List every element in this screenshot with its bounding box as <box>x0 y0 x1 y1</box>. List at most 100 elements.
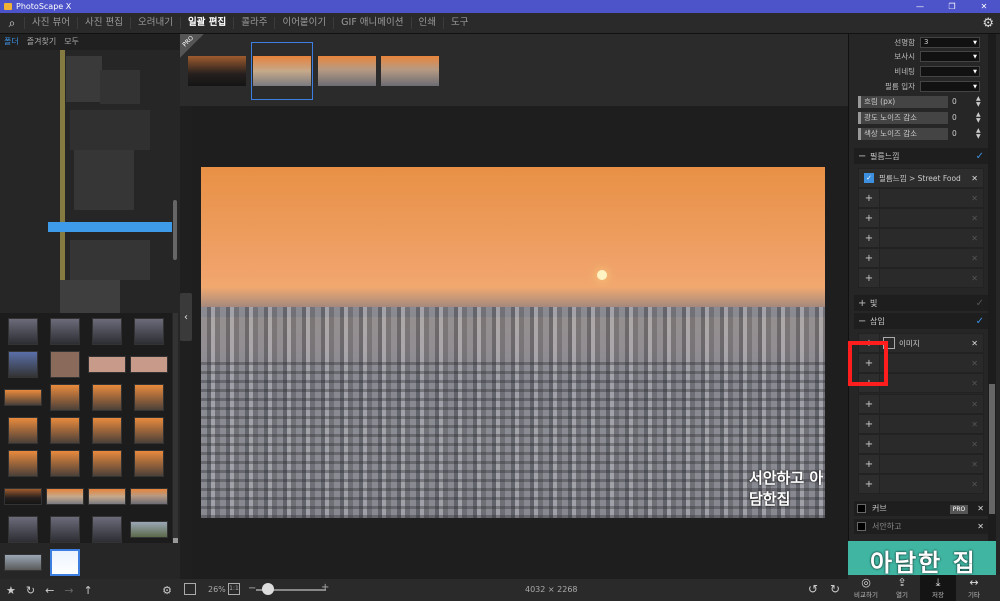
luminance-noise-slider[interactable]: 광도 노이즈 감소 <box>858 112 948 124</box>
add-film-slot[interactable]: + ✕ <box>858 248 984 268</box>
thumbnail[interactable] <box>130 521 168 538</box>
thumbnail[interactable] <box>134 417 164 444</box>
add-insert-slot[interactable]: + ✕ <box>858 454 984 474</box>
plus-icon[interactable]: + <box>859 253 879 264</box>
menu-batch-edit[interactable]: 일괄 편집 <box>179 17 233 29</box>
menu-photo-viewer[interactable]: 사진 뷰어 <box>24 17 77 29</box>
thumbnail[interactable] <box>4 554 42 571</box>
folder-tree[interactable] <box>0 50 180 326</box>
thumbnail[interactable] <box>50 516 80 543</box>
minimize-button[interactable]: — <box>904 0 936 13</box>
bokeh-select[interactable] <box>920 50 980 62</box>
vignette-select[interactable] <box>920 65 980 77</box>
locked-row[interactable]: 서안하고 ✕ <box>854 519 988 534</box>
light-section-header[interactable]: + 빛 ✓ <box>854 295 988 311</box>
menu-cut-out[interactable]: 오려내기 <box>129 17 180 29</box>
thumbnail[interactable] <box>8 516 38 543</box>
blur-slider[interactable]: 흐림 (px) <box>858 96 948 108</box>
filmstrip-thumb[interactable] <box>316 42 378 100</box>
close-button[interactable]: ✕ <box>968 0 1000 13</box>
thumbnail-selected[interactable] <box>50 549 80 576</box>
thumbnail[interactable] <box>8 318 38 345</box>
remove-icon[interactable]: ✕ <box>971 339 978 348</box>
tree-scrollbar[interactable] <box>173 200 177 260</box>
up-icon[interactable]: ↑ <box>84 584 93 597</box>
right-panel-scrollbar[interactable] <box>988 34 996 579</box>
plus-icon[interactable]: + <box>859 419 879 430</box>
film-grain-select[interactable] <box>920 80 980 92</box>
compare-button[interactable]: ◎ 비교하기 <box>848 575 884 601</box>
back-icon[interactable]: ← <box>45 584 54 597</box>
thumbnail[interactable] <box>134 384 164 411</box>
filmstrip-thumb[interactable] <box>186 42 248 100</box>
thumbnail[interactable] <box>46 488 84 505</box>
spin-arrows-icon[interactable]: ▲ ▼ <box>976 128 981 140</box>
maximize-button[interactable]: ❐ <box>936 0 968 13</box>
plus-icon[interactable]: + <box>859 459 879 470</box>
plus-icon[interactable]: + <box>859 193 879 204</box>
checkbox[interactable]: ✓ <box>864 173 874 183</box>
menu-combine[interactable]: 이어붙이기 <box>274 17 333 29</box>
thumbnail[interactable] <box>88 356 126 373</box>
search-icon[interactable]: ⌕ <box>0 13 24 34</box>
scroll-thumb[interactable] <box>173 538 178 543</box>
scroll-thumb[interactable] <box>989 384 995 514</box>
menu-gif-animation[interactable]: GIF 애니메이션 <box>333 17 410 29</box>
plus-icon[interactable]: + <box>859 439 879 450</box>
add-film-slot[interactable]: + ✕ <box>858 208 984 228</box>
add-film-slot[interactable]: + ✕ <box>858 268 984 288</box>
checkbox[interactable] <box>857 522 866 531</box>
ad-banner[interactable]: 아담한 집 <box>848 541 996 577</box>
color-noise-slider[interactable]: 색상 노이즈 감소 <box>858 128 948 140</box>
thumbnail-scrollbar[interactable] <box>173 313 178 543</box>
gear-icon[interactable]: ⚙ <box>162 584 172 597</box>
check-icon[interactable]: ✓ <box>976 316 984 327</box>
thumbnail[interactable] <box>92 384 122 411</box>
remove-icon[interactable]: ✕ <box>977 522 984 531</box>
open-button[interactable]: ⇪ 열기 <box>884 575 920 601</box>
zoom-slider-knob[interactable] <box>262 583 274 595</box>
check-icon[interactable]: ✓ <box>976 298 984 309</box>
zoom-in-button[interactable]: + <box>321 582 329 593</box>
thumbnail[interactable] <box>92 516 122 543</box>
tab-all[interactable]: 모두 <box>64 34 79 50</box>
thumbnail[interactable] <box>8 417 38 444</box>
check-icon[interactable]: ✓ <box>976 151 984 162</box>
thumbnail[interactable] <box>88 488 126 505</box>
thumbnail[interactable] <box>92 417 122 444</box>
menu-print[interactable]: 인쇄 <box>410 17 443 29</box>
thumbnail[interactable] <box>50 450 80 477</box>
menu-collage[interactable]: 콜라주 <box>233 17 274 29</box>
filmstrip-thumb-selected[interactable] <box>251 42 313 100</box>
forward-icon[interactable]: → <box>64 584 73 597</box>
menu-photo-editor[interactable]: 사진 편집 <box>76 17 130 29</box>
add-insert-slot[interactable]: + ✕ <box>858 434 984 454</box>
rotate-left-icon[interactable]: ↺ <box>808 582 818 596</box>
thumbnail[interactable] <box>50 318 80 345</box>
thumbnail[interactable] <box>8 351 38 378</box>
selected-folder[interactable] <box>48 222 172 232</box>
tab-favorites[interactable]: 즐겨찾기 <box>27 34 56 50</box>
rotate-right-icon[interactable]: ↻ <box>830 582 840 596</box>
thumbnail[interactable] <box>4 389 42 406</box>
checkbox[interactable] <box>857 504 866 513</box>
remove-icon[interactable]: ✕ <box>971 174 978 183</box>
save-button[interactable]: ⤓ 저장 <box>920 575 956 601</box>
thumbnail[interactable] <box>4 488 42 505</box>
spin-arrows-icon[interactable]: ▲ ▼ <box>976 112 981 124</box>
add-film-slot[interactable]: + ✕ <box>858 228 984 248</box>
thumbnail[interactable] <box>50 417 80 444</box>
film-section-header[interactable]: − 필름느낌 ✓ <box>854 148 988 164</box>
thumbnail[interactable] <box>130 488 168 505</box>
preview-photo[interactable]: 서안하고 아담한집 <box>201 167 825 518</box>
plus-icon[interactable]: + <box>859 233 879 244</box>
more-button[interactable]: ↔ 기타 <box>956 575 992 601</box>
settings-gear-icon[interactable]: ⚙ <box>982 16 994 31</box>
menu-tools[interactable]: 도구 <box>443 17 475 29</box>
filmstrip-thumb[interactable] <box>379 42 441 100</box>
add-insert-slot[interactable]: + ✕ <box>858 394 984 414</box>
thumbnail[interactable] <box>50 351 80 378</box>
star-icon[interactable]: ★ <box>6 584 16 597</box>
thumbnail[interactable] <box>134 318 164 345</box>
thumbnail[interactable] <box>8 450 38 477</box>
